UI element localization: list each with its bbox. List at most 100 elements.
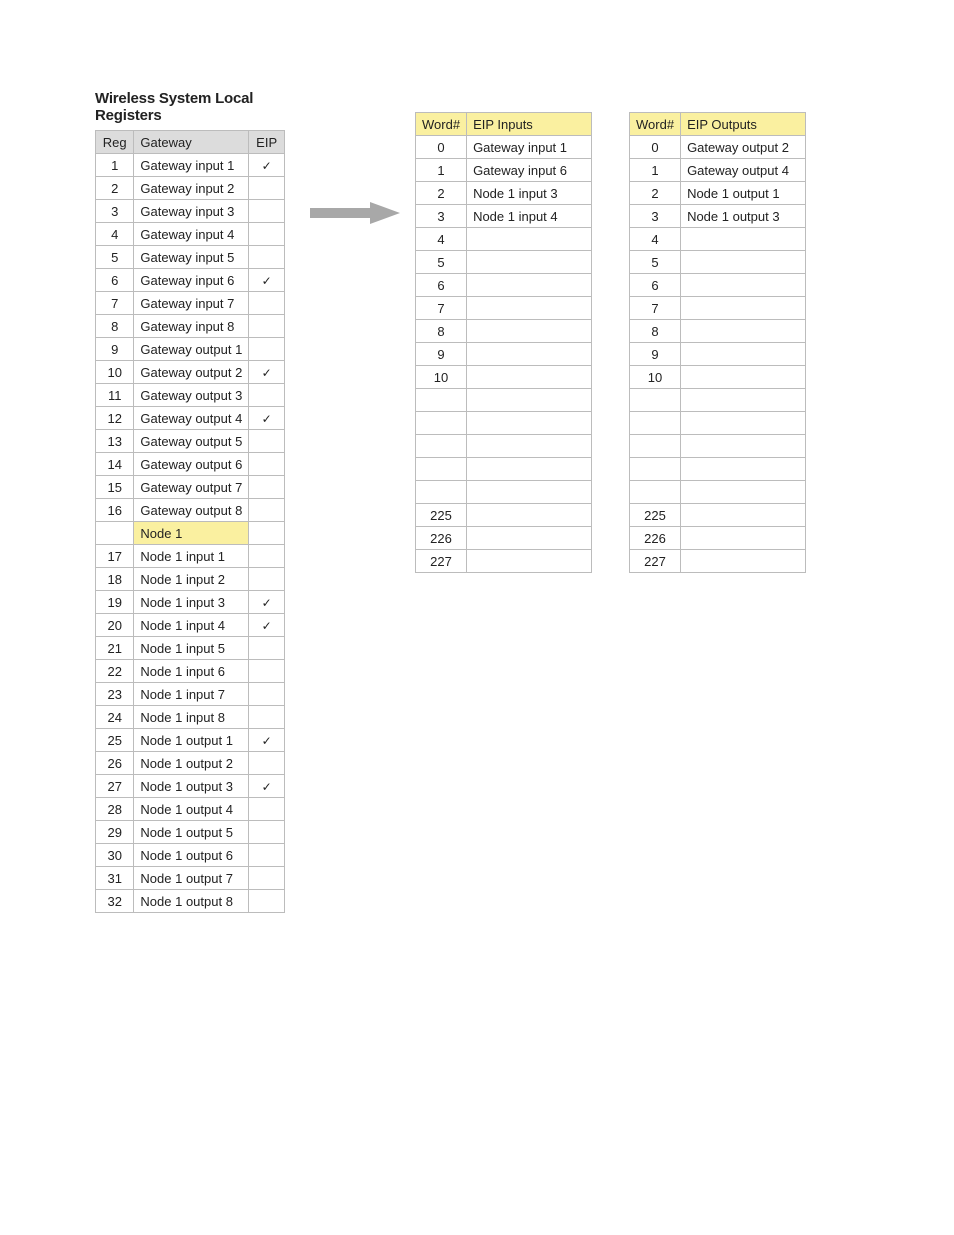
cell-reg: 24 [96,706,134,729]
cell-name [681,274,806,297]
cell-name: Node 1 output 3 [681,205,806,228]
cell-reg: 17 [96,545,134,568]
cell-name: Node 1 output 5 [134,821,249,844]
cell-name: Node 1 output 1 [134,729,249,752]
cell-name [681,228,806,251]
cell-name [467,366,592,389]
cell-name: Node 1 output 3 [134,775,249,798]
table-row: 4 [630,228,806,251]
cell-name [681,389,806,412]
cell-word: 226 [416,527,467,550]
check-icon: ✓ [262,619,272,633]
cell-name: Node 1 output 6 [134,844,249,867]
cell-eip [249,545,285,568]
cell-reg: 10 [96,361,134,384]
table-row: 26Node 1 output 2 [96,752,285,775]
cell-eip [249,200,285,223]
cell-reg: 29 [96,821,134,844]
cell-eip: ✓ [249,154,285,177]
table-row: 2Node 1 input 3 [416,182,592,205]
table-row: 28Node 1 output 4 [96,798,285,821]
table-row: 3Node 1 input 4 [416,205,592,228]
eip-inputs-section: Word# EIP Inputs 0Gateway input 11Gatewa… [415,90,615,573]
cell-eip [249,683,285,706]
cell-eip [249,177,285,200]
cell-word: 8 [416,320,467,343]
table-row [416,435,592,458]
cell-name: Node 1 input 3 [467,182,592,205]
table-row: 32Node 1 output 8 [96,890,285,913]
cell-eip [249,890,285,913]
cell-name [467,504,592,527]
table-row [416,481,592,504]
cell-name [681,343,806,366]
cell-name: Gateway output 5 [134,430,249,453]
cell-word: 4 [416,228,467,251]
table-row: 8Gateway input 8 [96,315,285,338]
cell-reg: 13 [96,430,134,453]
cell-eip: ✓ [249,269,285,292]
cell-word [630,458,681,481]
cell-reg: 12 [96,407,134,430]
cell-name: Gateway output 7 [134,476,249,499]
cell-reg: 15 [96,476,134,499]
cell-name [467,343,592,366]
cell-eip [249,798,285,821]
cell-name: Node 1 input 4 [467,205,592,228]
cell-reg: 5 [96,246,134,269]
table-header-row: Word# EIP Outputs [630,113,806,136]
cell-name: Node 1 input 2 [134,568,249,591]
cell-reg: 25 [96,729,134,752]
cell-word [416,435,467,458]
cell-word: 5 [630,251,681,274]
cell-reg: 14 [96,453,134,476]
cell-name: Gateway output 2 [134,361,249,384]
table-header-row: Word# EIP Inputs [416,113,592,136]
col-word: Word# [630,113,681,136]
cell-eip [249,660,285,683]
cell-word: 6 [416,274,467,297]
table-row: 2Node 1 output 1 [630,182,806,205]
cell-eip [249,292,285,315]
col-word: Word# [416,113,467,136]
cell-reg: 3 [96,200,134,223]
table-row: 10Gateway output 2✓ [96,361,285,384]
cell-word: 4 [630,228,681,251]
cell-eip: ✓ [249,729,285,752]
cell-reg: 26 [96,752,134,775]
table-row: 8 [416,320,592,343]
table-row: 225 [416,504,592,527]
cell-reg: 9 [96,338,134,361]
table-row: 7 [630,297,806,320]
cell-name: Node 1 input 6 [134,660,249,683]
cell-eip [249,821,285,844]
cell-eip [249,637,285,660]
table-row: 227 [416,550,592,573]
table-row: 10 [416,366,592,389]
cell-reg: 16 [96,499,134,522]
table-row: 4 [416,228,592,251]
cell-name: Node 1 output 7 [134,867,249,890]
table-row: 7Gateway input 7 [96,292,285,315]
table-row: 16Gateway output 8 [96,499,285,522]
table-row: 1Gateway output 4 [630,159,806,182]
cell-name [467,481,592,504]
cell-name [681,297,806,320]
section-title: Wireless System Local Registers [95,90,295,124]
local-registers-table: Reg Gateway EIP 1Gateway input 1✓2Gatewa… [95,130,285,913]
cell-eip: ✓ [249,591,285,614]
cell-word: 7 [630,297,681,320]
cell-name: Gateway output 3 [134,384,249,407]
cell-word: 0 [630,136,681,159]
table-row: 10 [630,366,806,389]
cell-name: Node 1 input 5 [134,637,249,660]
table-row: 13Gateway output 5 [96,430,285,453]
cell-eip [249,453,285,476]
arrow-container [295,90,415,227]
cell-reg: 11 [96,384,134,407]
cell-reg: 27 [96,775,134,798]
cell-word [630,412,681,435]
table-row: 20Node 1 input 4✓ [96,614,285,637]
cell-name: Node 1 input 8 [134,706,249,729]
cell-word: 9 [630,343,681,366]
